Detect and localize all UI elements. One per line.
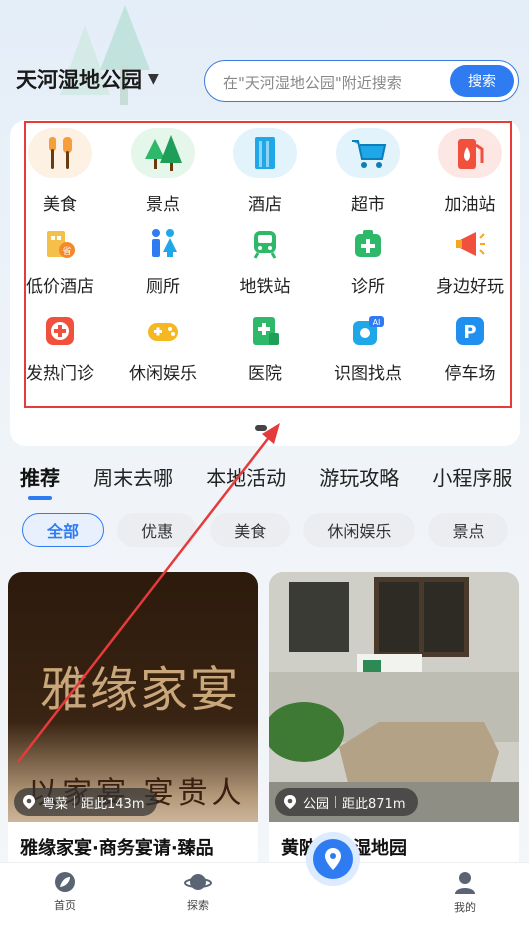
svg-text:P: P: [463, 322, 476, 343]
building-photo: [269, 572, 519, 822]
category-label: 医院: [248, 364, 282, 384]
place-distance: 距此871m: [342, 796, 406, 812]
category-label: 厕所: [146, 277, 180, 297]
divider: [74, 796, 76, 808]
category-label: 休闲娱乐: [129, 364, 197, 384]
tab-guides[interactable]: 游玩攻略: [319, 462, 399, 491]
category-label: 识图找点: [334, 364, 402, 384]
divider: [335, 796, 337, 808]
category-clinic[interactable]: 诊所: [318, 220, 418, 310]
header: 天河湿地公园 ▼ 在"天河湿地公园"附近搜索 搜索: [0, 58, 529, 106]
location-selector[interactable]: 天河湿地公园 ▼: [16, 64, 159, 94]
category-label: 诊所: [351, 277, 385, 297]
category-hospital[interactable]: 医院: [215, 307, 315, 397]
page-indicator: [255, 425, 267, 431]
megaphone-icon: [450, 224, 490, 264]
category-label: 超市: [351, 195, 385, 215]
user-icon: [455, 872, 475, 894]
category-label: 地铁站: [239, 277, 291, 297]
place-category: 公园: [303, 796, 330, 812]
place-tag: 粤菜 距此143m: [14, 788, 157, 816]
search-input[interactable]: 在"天河湿地公园"附近搜索: [223, 72, 402, 93]
place-title: 雅缘家宴·商务宴请·臻品: [20, 838, 214, 859]
category-label: 停车场: [444, 364, 496, 384]
nav-label: 探索: [187, 899, 209, 912]
category-label: 发热门诊: [26, 364, 94, 384]
nav-map-button[interactable]: [306, 832, 360, 886]
filter-chips: 全部 优惠 美食 休闲娱乐 景点: [22, 513, 529, 549]
gamepad-icon: [143, 311, 183, 351]
hospital-icon: [245, 311, 285, 351]
location-name: 天河湿地公园: [16, 68, 142, 92]
category-parking[interactable]: P 停车场: [420, 307, 520, 397]
bottom-nav: 首页 探索 我的: [0, 862, 529, 926]
gas-station-icon: [438, 128, 502, 178]
nav-mine[interactable]: 我的: [425, 871, 505, 915]
category-label: 景点: [146, 195, 180, 215]
search-bar[interactable]: 在"天河湿地公园"附近搜索 搜索: [204, 60, 519, 102]
category-label: 美食: [43, 195, 77, 215]
category-label: 身边好玩: [436, 277, 504, 297]
pin-icon: [284, 795, 296, 809]
pin-icon: [23, 795, 35, 809]
category-label: 加油站: [444, 195, 496, 215]
place-card[interactable]: 公园 距此871m 黄陂生态湿地园: [269, 572, 519, 872]
caret-down-icon: ▼: [148, 71, 159, 87]
category-budget-hotel[interactable]: 省 低价酒店: [10, 220, 110, 310]
category-fun-nearby[interactable]: 身边好玩: [420, 220, 520, 310]
tab-local-events[interactable]: 本地活动: [206, 462, 286, 491]
image-brand-text: 雅缘家宴: [40, 662, 241, 718]
nav-explore[interactable]: 探索: [158, 871, 238, 913]
planet-icon: [184, 874, 212, 890]
tab-recommended[interactable]: 推荐: [20, 462, 60, 500]
category-subway[interactable]: 地铁站: [215, 220, 315, 310]
category-image-search[interactable]: AI 识图找点: [318, 307, 418, 397]
category-toilet[interactable]: 厕所: [113, 220, 213, 310]
place-category: 粤菜: [42, 796, 69, 812]
category-fever-clinic[interactable]: 发热门诊: [10, 307, 110, 397]
place-tag: 公园 距此871m: [275, 788, 418, 816]
chip-leisure[interactable]: 休闲娱乐: [303, 513, 416, 547]
place-distance: 距此143m: [81, 796, 145, 812]
search-button[interactable]: 搜索: [450, 65, 514, 97]
category-attractions[interactable]: 景点: [113, 125, 213, 215]
nav-label: 首页: [54, 899, 76, 912]
place-card[interactable]: 雅缘家宴 以家宴 宴贵人 粤菜 距此143m 雅缘家宴·商务宴请·臻品: [8, 572, 258, 872]
hotel-icon: [233, 128, 297, 178]
category-hotel[interactable]: 酒店: [215, 125, 315, 215]
place-image: [269, 572, 519, 822]
svg-text:AI: AI: [373, 318, 381, 327]
home-leaf-icon: [55, 872, 75, 892]
chip-all[interactable]: 全部: [22, 513, 105, 547]
category-food[interactable]: 美食: [10, 125, 110, 215]
clinic-icon: [348, 224, 388, 264]
place-image: 雅缘家宴 以家宴 宴贵人: [8, 572, 258, 822]
location-pin-icon: [313, 839, 353, 879]
fever-clinic-icon: [40, 311, 80, 351]
tab-mini-programs[interactable]: 小程序服: [432, 462, 512, 491]
svg-text:省: 省: [62, 245, 71, 257]
food-icon: [28, 128, 92, 178]
category-leisure[interactable]: 休闲娱乐: [113, 307, 213, 397]
chip-deals[interactable]: 优惠: [117, 513, 198, 547]
subway-icon: [245, 224, 285, 264]
category-label: 酒店: [248, 195, 282, 215]
chip-food[interactable]: 美食: [210, 513, 291, 547]
toilet-icon: [143, 224, 183, 264]
cart-icon: [336, 128, 400, 178]
category-gas-station[interactable]: 加油站: [420, 125, 520, 215]
tab-weekend[interactable]: 周末去哪: [93, 462, 173, 491]
nav-label: 我的: [454, 901, 476, 914]
parking-icon: P: [450, 311, 490, 351]
feed-tabs: 推荐 周末去哪 本地活动 游玩攻略 小程序服: [20, 462, 529, 502]
budget-hotel-icon: 省: [40, 224, 80, 264]
category-label: 低价酒店: [26, 277, 94, 297]
trees-icon: [131, 128, 195, 178]
category-supermarket[interactable]: 超市: [318, 125, 418, 215]
ai-image-search-icon: AI: [348, 311, 388, 351]
nav-home[interactable]: 首页: [25, 871, 105, 913]
chip-attractions[interactable]: 景点: [428, 513, 509, 547]
